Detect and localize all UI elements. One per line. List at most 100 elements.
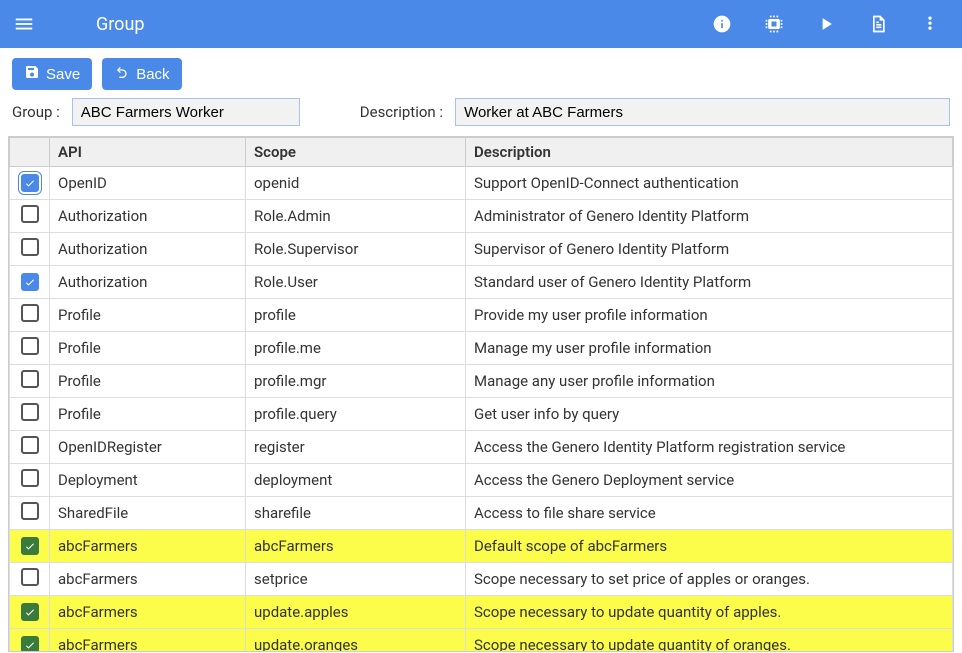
cell-description: Provide my user profile information xyxy=(466,299,953,332)
row-checkbox[interactable] xyxy=(21,174,39,192)
cell-scope: profile xyxy=(246,299,466,332)
cell-scope: Role.User xyxy=(246,266,466,299)
play-icon[interactable] xyxy=(814,12,838,36)
col-scope[interactable]: Scope xyxy=(246,138,466,167)
save-icon xyxy=(24,64,40,84)
cell-api: Authorization xyxy=(50,200,246,233)
cell-scope: setprice xyxy=(246,563,466,596)
page-title: Group xyxy=(96,14,144,35)
checkbox-cell xyxy=(10,398,50,431)
cell-api: Deployment xyxy=(50,464,246,497)
row-checkbox[interactable] xyxy=(21,273,39,291)
cell-api: abcFarmers xyxy=(50,596,246,629)
group-label: Group : xyxy=(12,103,60,121)
table-row[interactable]: Profileprofile.mgrManage any user profil… xyxy=(10,365,953,398)
chip-icon[interactable] xyxy=(762,12,786,36)
table-row[interactable]: ProfileprofileProvide my user profile in… xyxy=(10,299,953,332)
col-api[interactable]: API xyxy=(50,138,246,167)
cell-description: Scope necessary to update quantity of ap… xyxy=(466,596,953,629)
row-checkbox[interactable] xyxy=(21,370,39,388)
cell-api: Profile xyxy=(50,365,246,398)
cell-scope: profile.mgr xyxy=(246,365,466,398)
permissions-table-wrap[interactable]: API Scope Description OpenIDopenidSuppor… xyxy=(8,136,954,652)
col-description[interactable]: Description xyxy=(466,138,953,167)
table-row[interactable]: abcFarmersupdate.applesScope necessary t… xyxy=(10,596,953,629)
cell-api: Authorization xyxy=(50,233,246,266)
document-icon[interactable] xyxy=(866,12,890,36)
cell-api: Authorization xyxy=(50,266,246,299)
cell-scope: register xyxy=(246,431,466,464)
row-checkbox[interactable] xyxy=(21,469,39,487)
cell-scope: sharefile xyxy=(246,497,466,530)
table-row[interactable]: OpenIDRegisterregisterAccess the Genero … xyxy=(10,431,953,464)
col-check[interactable] xyxy=(10,138,50,167)
table-row[interactable]: Profileprofile.meManage my user profile … xyxy=(10,332,953,365)
row-checkbox[interactable] xyxy=(21,238,39,256)
table-row[interactable]: Profileprofile.queryGet user info by que… xyxy=(10,398,953,431)
cell-description: Get user info by query xyxy=(466,398,953,431)
cell-api: SharedFile xyxy=(50,497,246,530)
row-checkbox[interactable] xyxy=(21,537,39,555)
table-row[interactable]: abcFarmerssetpriceScope necessary to set… xyxy=(10,563,953,596)
checkbox-cell xyxy=(10,464,50,497)
row-checkbox[interactable] xyxy=(21,304,39,322)
save-button[interactable]: Save xyxy=(12,58,92,90)
toolbar: Save Back xyxy=(0,48,962,98)
table-row[interactable]: OpenIDopenidSupport OpenID-Connect authe… xyxy=(10,167,953,200)
cell-description: Support OpenID-Connect authentication xyxy=(466,167,953,200)
cell-scope: profile.query xyxy=(246,398,466,431)
permissions-table: API Scope Description OpenIDopenidSuppor… xyxy=(9,137,953,652)
table-row[interactable]: AuthorizationRole.SupervisorSupervisor o… xyxy=(10,233,953,266)
checkbox-cell xyxy=(10,563,50,596)
cell-api: abcFarmers xyxy=(50,530,246,563)
checkbox-cell xyxy=(10,596,50,629)
more-icon[interactable] xyxy=(918,12,942,36)
cell-description: Default scope of abcFarmers xyxy=(466,530,953,563)
row-checkbox[interactable] xyxy=(21,636,39,653)
table-row[interactable]: AuthorizationRole.UserStandard user of G… xyxy=(10,266,953,299)
table-row[interactable]: abcFarmersupdate.orangesScope necessary … xyxy=(10,629,953,653)
checkbox-cell xyxy=(10,266,50,299)
cell-scope: update.oranges xyxy=(246,629,466,653)
checkbox-cell xyxy=(10,299,50,332)
cell-scope: update.apples xyxy=(246,596,466,629)
table-row[interactable]: AuthorizationRole.AdminAdministrator of … xyxy=(10,200,953,233)
cell-api: Profile xyxy=(50,332,246,365)
table-row[interactable]: SharedFilesharefileAccess to file share … xyxy=(10,497,953,530)
row-checkbox[interactable] xyxy=(21,403,39,421)
cell-description: Manage my user profile information xyxy=(466,332,953,365)
row-checkbox[interactable] xyxy=(21,502,39,520)
checkbox-cell xyxy=(10,530,50,563)
description-label: Description : xyxy=(360,103,443,121)
checkbox-cell xyxy=(10,365,50,398)
row-checkbox[interactable] xyxy=(21,568,39,586)
row-checkbox[interactable] xyxy=(21,337,39,355)
row-checkbox[interactable] xyxy=(21,603,39,621)
menu-icon[interactable] xyxy=(12,12,36,36)
cell-api: Profile xyxy=(50,299,246,332)
description-input[interactable] xyxy=(455,98,950,126)
cell-description: Administrator of Genero Identity Platfor… xyxy=(466,200,953,233)
cell-description: Scope necessary to set price of apples o… xyxy=(466,563,953,596)
table-row[interactable]: abcFarmersabcFarmersDefault scope of abc… xyxy=(10,530,953,563)
checkbox-cell xyxy=(10,233,50,266)
table-row[interactable]: DeploymentdeploymentAccess the Genero De… xyxy=(10,464,953,497)
cell-api: OpenID xyxy=(50,167,246,200)
group-input[interactable] xyxy=(72,98,300,126)
cell-api: OpenIDRegister xyxy=(50,431,246,464)
checkbox-cell xyxy=(10,497,50,530)
row-checkbox[interactable] xyxy=(21,436,39,454)
cell-scope: Role.Supervisor xyxy=(246,233,466,266)
back-button[interactable]: Back xyxy=(102,58,181,90)
row-checkbox[interactable] xyxy=(21,205,39,223)
cell-api: abcFarmers xyxy=(50,563,246,596)
cell-scope: openid xyxy=(246,167,466,200)
cell-api: abcFarmers xyxy=(50,629,246,653)
cell-scope: profile.me xyxy=(246,332,466,365)
checkbox-cell xyxy=(10,332,50,365)
cell-scope: abcFarmers xyxy=(246,530,466,563)
save-button-label: Save xyxy=(46,66,80,83)
cell-description: Standard user of Genero Identity Platfor… xyxy=(466,266,953,299)
checkbox-cell xyxy=(10,167,50,200)
info-icon[interactable] xyxy=(710,12,734,36)
